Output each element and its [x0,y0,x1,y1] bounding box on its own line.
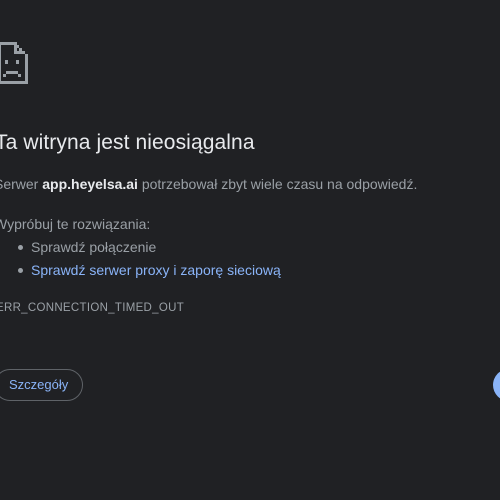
bullet-icon [18,268,23,273]
suggestion-item: Sprawdź serwer proxy i zaporę sieciową [0,261,281,284]
error-message: Serwer app.heyelsa.ai potrzebował zbyt w… [0,176,417,192]
suggestions-list: Sprawdź połączenie Sprawdź serwer proxy … [0,238,281,284]
host-name: app.heyelsa.ai [42,176,138,192]
error-page: Ta witryna jest nieosiągalna Serwer app.… [0,0,500,500]
suggestion-item: Sprawdź połączenie [0,238,281,261]
page-title: Ta witryna jest nieosiągalna [0,131,255,154]
suggestion-proxy-firewall-link[interactable]: Sprawdź serwer proxy i zaporę sieciową [31,262,281,278]
message-suffix: potrzebował zbyt wiele czasu na odpowied… [137,176,418,192]
message-prefix: Serwer [0,176,39,192]
sad-page-icon [0,40,30,86]
suggestions-intro: Wypróbuj te rozwiązania: [0,216,151,232]
reload-button[interactable] [493,369,500,401]
suggestion-check-connection: Sprawdź połączenie [31,239,157,255]
bullet-icon [18,245,23,250]
error-code: ERR_CONNECTION_TIMED_OUT [0,302,185,314]
details-button[interactable]: Szczegóły [0,369,84,401]
